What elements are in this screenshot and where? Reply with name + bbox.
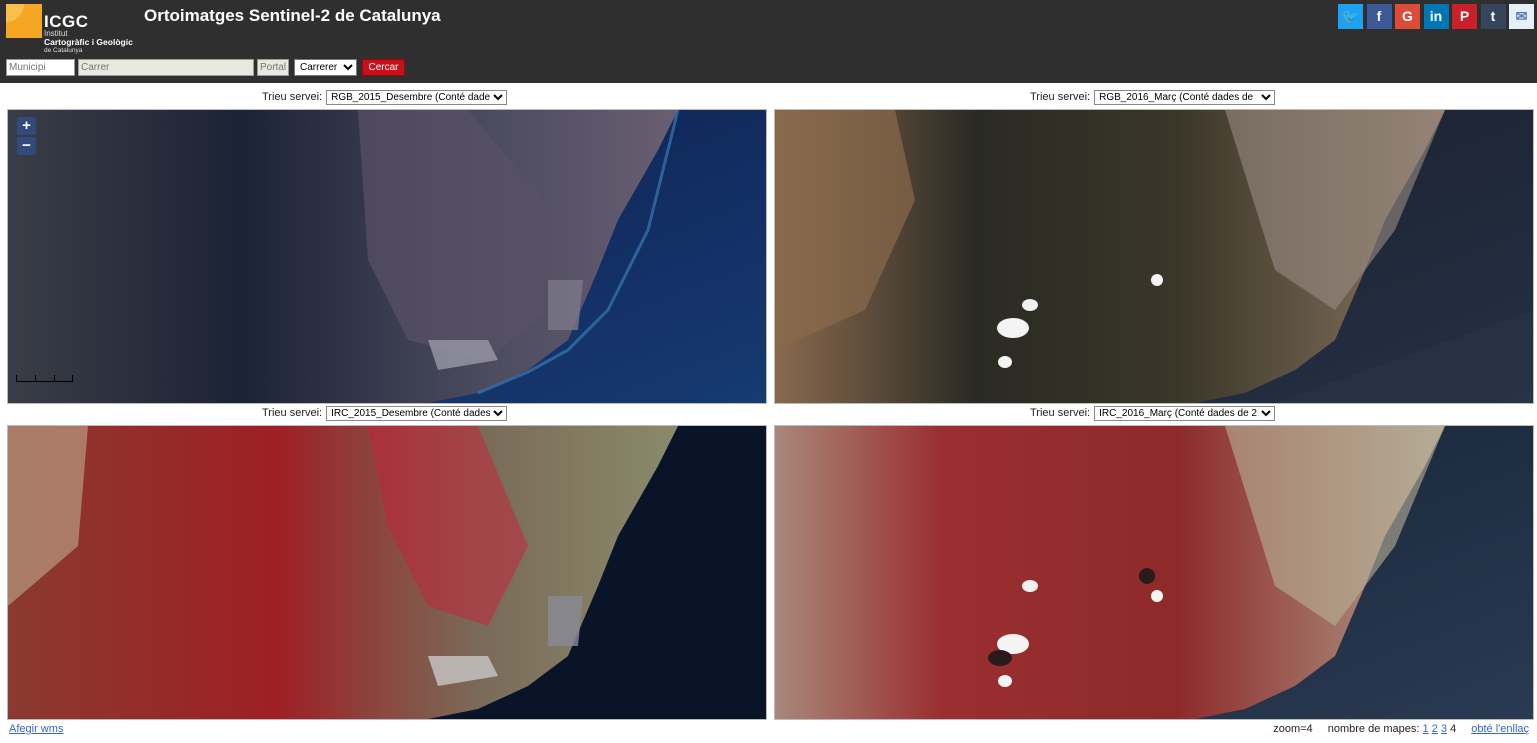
- zoom-controls: + −: [17, 117, 36, 157]
- page-title: Ortoimatges Sentinel-2 de Catalunya: [144, 6, 441, 25]
- maps-count-1[interactable]: 1: [1423, 723, 1429, 735]
- tumblr-icon[interactable]: t: [1480, 4, 1506, 29]
- map-panel-rgb-2016[interactable]: [774, 109, 1534, 404]
- satellite-image: [775, 426, 1533, 719]
- scale-bar: [16, 375, 73, 382]
- service-label: Trieu servei:: [262, 407, 323, 419]
- map-panel-irc-2016[interactable]: [774, 425, 1534, 720]
- cercar-button[interactable]: Cercar: [362, 59, 405, 76]
- service-label: Trieu servei:: [1030, 91, 1091, 103]
- maps-count-3[interactable]: 3: [1441, 723, 1447, 735]
- add-wms-link[interactable]: Afegir wms: [9, 723, 63, 735]
- maps-count-label: nombre de mapes:: [1327, 723, 1420, 735]
- footer-controls: zoom=4 nombre de mapes: 1 2 3 4 obté l'e…: [1269, 723, 1529, 735]
- map-panel-rgb-2015[interactable]: + −: [7, 109, 767, 404]
- satellite-image: [8, 426, 766, 719]
- zoom-out-button[interactable]: −: [17, 137, 36, 155]
- google-icon[interactable]: G: [1395, 4, 1420, 29]
- logo-subtitle-3: de Catalunya: [44, 47, 83, 54]
- maps-count-2[interactable]: 2: [1432, 723, 1438, 735]
- twitter-icon[interactable]: 🐦: [1338, 4, 1363, 29]
- service-select-3[interactable]: IRC_2015_Desembre (Conté dades: [326, 405, 508, 421]
- search-type-select[interactable]: Carrerer: [294, 59, 357, 76]
- logo-mark: [6, 4, 42, 38]
- icgc-logo[interactable]: ICGC Institut Cartogràfic i Geològic de …: [6, 4, 138, 54]
- panel-3-toolbar: Trieu servei: IRC_2015_Desembre (Conté d…: [262, 404, 508, 422]
- service-label: Trieu servei:: [262, 91, 323, 103]
- panel-1-toolbar: Trieu servei: RGB_2015_Desembre (Conté d…: [262, 88, 508, 106]
- satellite-image: [8, 110, 766, 403]
- map-panel-irc-2015[interactable]: [7, 425, 767, 720]
- municipi-input[interactable]: [6, 59, 75, 76]
- maps-count-4: 4: [1450, 723, 1457, 735]
- pinterest-icon[interactable]: P: [1452, 4, 1477, 29]
- linkedin-icon[interactable]: in: [1423, 4, 1449, 29]
- panel-4-toolbar: Trieu servei: IRC_2016_Març (Conté dades…: [1030, 404, 1276, 422]
- zoom-readout: zoom=4: [1273, 723, 1313, 735]
- carrer-input[interactable]: [78, 59, 254, 76]
- panel-2-toolbar: Trieu servei: RGB_2016_Març (Conté dades…: [1030, 88, 1276, 106]
- get-link[interactable]: obté l'enllaç: [1471, 723, 1529, 735]
- satellite-image: [775, 110, 1533, 403]
- portal-input[interactable]: [257, 59, 289, 76]
- service-label: Trieu servei:: [1030, 407, 1091, 419]
- service-select-1[interactable]: RGB_2015_Desembre (Conté dades: [326, 89, 508, 105]
- service-select-4[interactable]: IRC_2016_Març (Conté dades de 2: [1094, 405, 1276, 421]
- email-icon[interactable]: ✉: [1509, 4, 1534, 29]
- service-select-2[interactable]: RGB_2016_Març (Conté dades de: [1094, 89, 1276, 105]
- facebook-icon[interactable]: f: [1366, 4, 1392, 29]
- logo-subtitle-2: Cartogràfic i Geològic: [44, 37, 133, 47]
- app-header: ICGC Institut Cartogràfic i Geològic de …: [0, 0, 1537, 83]
- zoom-in-button[interactable]: +: [17, 117, 36, 135]
